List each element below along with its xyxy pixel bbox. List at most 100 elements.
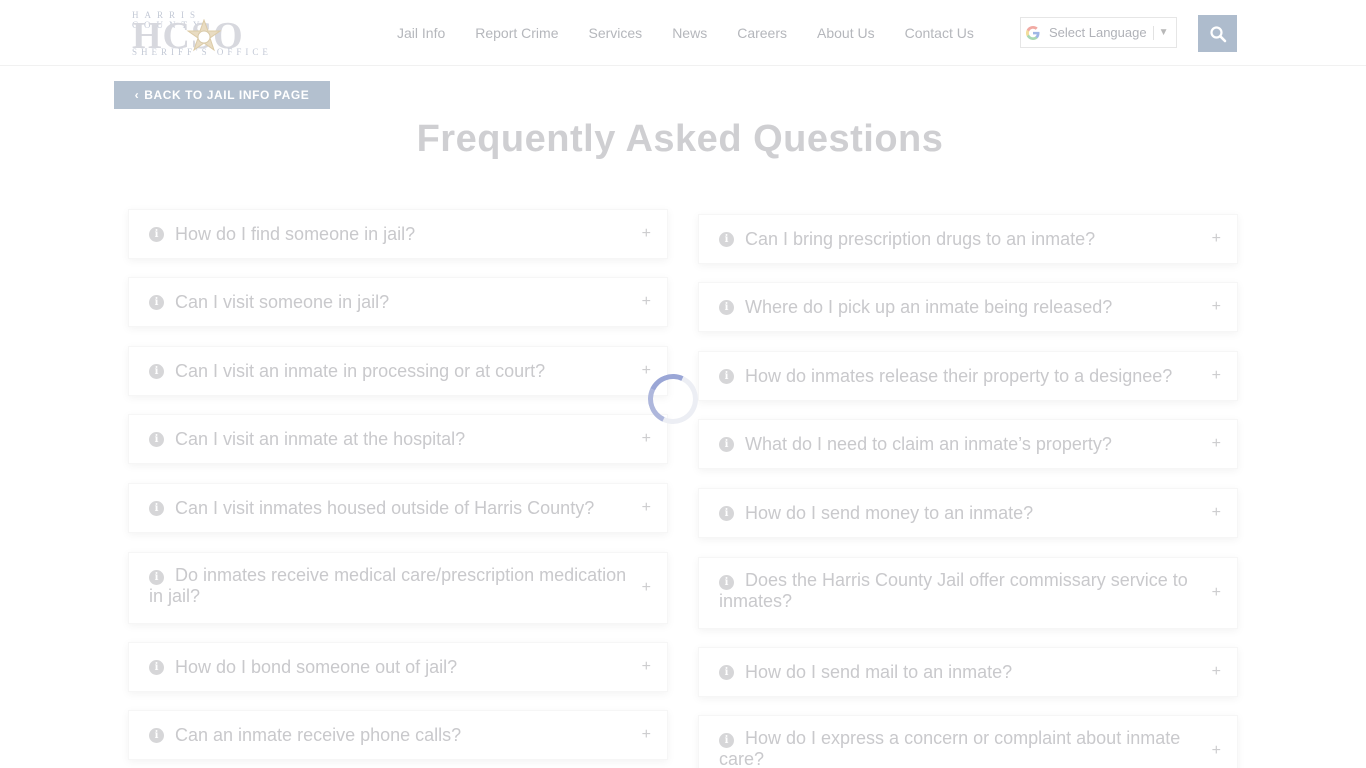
dropdown-arrow-icon: ▼ bbox=[1158, 27, 1169, 38]
faq-question: i Can an inmate receive phone calls? bbox=[149, 711, 631, 759]
faq-item[interactable]: i Where do I pick up an inmate being rele… bbox=[698, 282, 1238, 332]
faq-item[interactable]: i How do I send money to an inmate? + bbox=[698, 488, 1238, 538]
faq-item[interactable]: i Can I visit someone in jail? + bbox=[128, 277, 668, 327]
faq-item[interactable]: i Can an inmate receive phone calls? + bbox=[128, 710, 668, 760]
plus-icon[interactable]: + bbox=[642, 658, 651, 676]
faq-question-text: How do I bond someone out of jail? bbox=[175, 656, 458, 677]
faq-question: i Can I visit an inmate in processing or … bbox=[149, 347, 631, 395]
plus-icon[interactable]: + bbox=[1212, 230, 1221, 248]
faq-question: i How do I send money to an inmate? bbox=[719, 489, 1201, 537]
faq-item[interactable]: i What do I need to claim an inmate’s pro… bbox=[698, 419, 1238, 469]
info-icon: i bbox=[719, 575, 734, 590]
plus-icon[interactable]: + bbox=[1212, 504, 1221, 522]
plus-icon[interactable]: + bbox=[642, 293, 651, 311]
plus-icon[interactable]: + bbox=[642, 430, 651, 448]
faq-question-text: What do I need to claim an inmate’s prop… bbox=[745, 433, 1112, 454]
nav-news[interactable]: News bbox=[657, 0, 722, 66]
info-icon: i bbox=[719, 505, 734, 521]
nav-services[interactable]: Services bbox=[574, 0, 658, 66]
faq-item[interactable]: i Can I visit an inmate at the hospital? … bbox=[128, 414, 668, 464]
faq-item[interactable]: i How do inmates release their property t… bbox=[698, 351, 1238, 401]
faq-question: i How do I find someone in jail? bbox=[149, 210, 631, 258]
faq-item[interactable]: i How do I find someone in jail? + bbox=[128, 209, 668, 259]
info-icon: i bbox=[719, 436, 734, 452]
page-title: Frequently Asked Questions bbox=[416, 118, 944, 160]
faq-question-text: Can I visit an inmate at the hospital? bbox=[175, 428, 466, 449]
faq-question-text: How do inmates release their property to… bbox=[745, 365, 1173, 386]
faq-item[interactable]: i Can I visit inmates housed outside of H… bbox=[128, 483, 668, 533]
plus-icon[interactable]: + bbox=[1212, 298, 1221, 316]
plus-icon[interactable]: + bbox=[1212, 367, 1221, 385]
plus-icon[interactable]: + bbox=[642, 579, 651, 597]
faq-item[interactable]: i Can I bring prescription drugs to an in… bbox=[698, 214, 1238, 264]
info-icon: i bbox=[719, 231, 734, 247]
language-select-label: Select Language bbox=[1049, 25, 1147, 40]
nav-contact-us[interactable]: Contact Us bbox=[890, 0, 989, 66]
faq-item[interactable]: i How do I express a concern or complaint… bbox=[698, 715, 1238, 768]
faq-question: i How do inmates release their property t… bbox=[719, 352, 1201, 400]
info-icon: i bbox=[149, 727, 164, 743]
faq-item[interactable]: i Can I visit an inmate in processing or … bbox=[128, 346, 668, 396]
info-icon: i bbox=[149, 500, 164, 516]
nav-about-us[interactable]: About Us bbox=[802, 0, 890, 66]
info-icon: i bbox=[149, 570, 164, 585]
chevron-left-icon: ‹ bbox=[134, 88, 140, 102]
info-icon: i bbox=[719, 733, 734, 748]
language-select[interactable]: Select Language ▼ bbox=[1020, 17, 1177, 48]
faq-question-text: How do I express a concern or complaint … bbox=[719, 728, 1181, 768]
faq-question: i Does the Harris County Jail offer commi… bbox=[719, 558, 1201, 628]
faq-question-text: How do I send mail to an inmate? bbox=[745, 661, 1013, 682]
faq-question-text: How do I find someone in jail? bbox=[175, 223, 416, 244]
faq-question: i Can I visit inmates housed outside of H… bbox=[149, 484, 631, 532]
search-button[interactable] bbox=[1198, 15, 1237, 52]
faq-item[interactable]: i How do I bond someone out of jail? + bbox=[128, 642, 668, 692]
info-icon: i bbox=[149, 294, 164, 310]
nav-jail-info[interactable]: Jail Info bbox=[382, 0, 460, 66]
google-g-icon bbox=[1026, 25, 1040, 40]
hcso-logo[interactable]: HARRIS COUNTY HCSO SHERIFF'S OFFICE bbox=[130, 10, 272, 57]
faq-question: i How do I send mail to an inmate? bbox=[719, 648, 1201, 696]
faq-question: i How do I express a concern or complaint… bbox=[719, 716, 1201, 768]
faq-question-text: Where do I pick up an inmate being relea… bbox=[745, 296, 1113, 317]
faq-question: i Where do I pick up an inmate being rele… bbox=[719, 283, 1201, 331]
faq-question: i Can I visit an inmate at the hospital? bbox=[149, 415, 631, 463]
nav-report-crime[interactable]: Report Crime bbox=[460, 0, 573, 66]
faq-question: i Can I bring prescription drugs to an in… bbox=[719, 215, 1201, 263]
plus-icon[interactable]: + bbox=[642, 726, 651, 744]
faq-question: i Do inmates receive medical care/prescri… bbox=[149, 553, 631, 623]
main-nav: Jail Info Report Crime Services News Car… bbox=[382, 0, 989, 66]
faq-question-text: Can I visit inmates housed outside of Ha… bbox=[175, 497, 595, 518]
faq-item[interactable]: i Do inmates receive medical care/prescri… bbox=[128, 552, 668, 624]
plus-icon[interactable]: + bbox=[1212, 663, 1221, 681]
faq-question: i Can I visit someone in jail? bbox=[149, 278, 631, 326]
plus-icon[interactable]: + bbox=[642, 225, 651, 243]
back-button-label: BACK TO JAIL INFO PAGE bbox=[144, 88, 310, 102]
faq-question: i How do I bond someone out of jail? bbox=[149, 643, 631, 691]
plus-icon[interactable]: + bbox=[642, 362, 651, 380]
language-divider bbox=[1152, 25, 1154, 40]
info-icon: i bbox=[719, 299, 734, 315]
plus-icon[interactable]: + bbox=[642, 499, 651, 517]
faq-item[interactable]: i Does the Harris County Jail offer commi… bbox=[698, 557, 1238, 629]
info-icon: i bbox=[149, 431, 164, 447]
logo-bottom-text: SHERIFF'S OFFICE bbox=[132, 47, 272, 57]
plus-icon[interactable]: + bbox=[1212, 742, 1221, 760]
site-header: HARRIS COUNTY HCSO SHERIFF'S OFFICE Jail… bbox=[0, 0, 1366, 66]
faq-question: i What do I need to claim an inmate’s pro… bbox=[719, 420, 1201, 468]
info-icon: i bbox=[149, 226, 164, 242]
back-to-jail-info-button[interactable]: ‹ BACK TO JAIL INFO PAGE bbox=[114, 81, 330, 109]
faq-question-text: Can I bring prescription drugs to an inm… bbox=[745, 228, 1096, 249]
faq-item[interactable]: i How do I send mail to an inmate? + bbox=[698, 647, 1238, 697]
faq-question-text: Can I visit someone in jail? bbox=[175, 291, 390, 312]
faq-question-text: How do I send money to an inmate? bbox=[745, 502, 1034, 523]
plus-icon[interactable]: + bbox=[1212, 435, 1221, 453]
plus-icon[interactable]: + bbox=[1212, 584, 1221, 602]
faq-question-text: Do inmates receive medical care/prescrip… bbox=[149, 565, 627, 606]
info-icon: i bbox=[149, 363, 164, 379]
faq-question-text: Can I visit an inmate in processing or a… bbox=[175, 360, 546, 381]
nav-careers[interactable]: Careers bbox=[722, 0, 802, 66]
info-icon: i bbox=[149, 659, 164, 675]
page: HARRIS COUNTY HCSO SHERIFF'S OFFICE Jail… bbox=[0, 0, 1366, 768]
info-icon: i bbox=[719, 368, 734, 384]
faq-question-text: Does the Harris County Jail offer commis… bbox=[719, 570, 1188, 611]
